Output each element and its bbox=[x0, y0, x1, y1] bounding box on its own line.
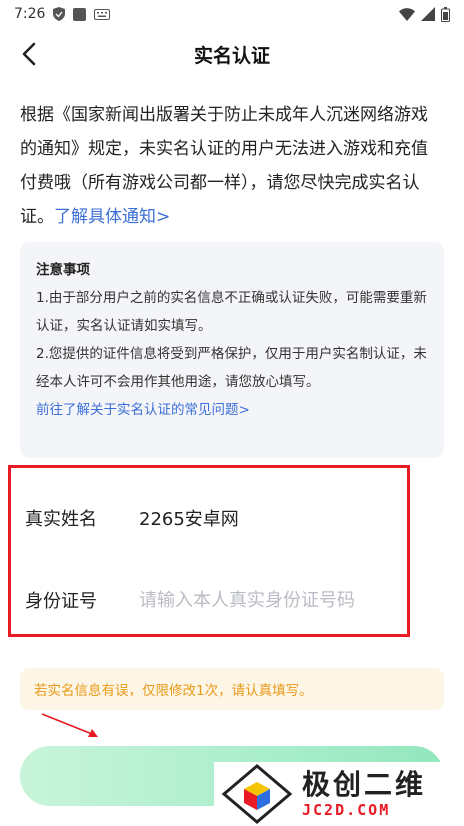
nav-bar: 实名认证 bbox=[0, 28, 464, 80]
wifi-icon bbox=[399, 7, 415, 21]
name-label: 真实姓名 bbox=[25, 509, 97, 530]
id-row: 身份证号 bbox=[25, 570, 399, 630]
status-time: 7:26 bbox=[14, 6, 46, 22]
name-row: 真实姓名 2265安卓网 bbox=[25, 488, 399, 548]
warning-text: 若实名信息有误，仅限修改1次，请认真填写。 bbox=[34, 683, 313, 699]
id-number-input[interactable] bbox=[139, 589, 389, 611]
faq-link[interactable]: 前往了解关于实名认证的常见问题> bbox=[36, 396, 430, 424]
notice-item-2: 2.您提供的证件信息将受到严格保护，仅用于用户实名制认证，未经本人许可不会用作其… bbox=[36, 346, 427, 390]
watermark-title: 极创二维 bbox=[302, 768, 427, 801]
app-icon bbox=[73, 7, 87, 21]
cube-logo-icon bbox=[221, 764, 293, 824]
page-title: 实名认证 bbox=[193, 44, 270, 67]
notice-details-link[interactable]: 了解具体通知> bbox=[54, 207, 170, 227]
battery-icon bbox=[441, 6, 450, 22]
id-label: 身份证号 bbox=[25, 591, 97, 612]
keyboard-icon bbox=[94, 8, 111, 20]
verification-form: 真实姓名 2265安卓网 身份证号 bbox=[8, 465, 410, 637]
notice-item-1: 1.由于部分用户之前的实名信息不正确或认证失败，可能需要重新认证，实名认证请如实… bbox=[36, 290, 427, 334]
shield-icon bbox=[53, 7, 66, 21]
chevron-left-icon bbox=[22, 42, 36, 66]
signal-icon bbox=[421, 7, 435, 21]
name-field[interactable]: 2265安卓网 bbox=[139, 505, 239, 531]
watermark: 极创二维 JC2D.COM bbox=[214, 762, 464, 826]
status-bar: 7:26 bbox=[0, 0, 464, 28]
back-button[interactable] bbox=[14, 38, 44, 70]
notice-title: 注意事项 bbox=[36, 262, 90, 278]
arrow-icon bbox=[41, 713, 98, 737]
intro-paragraph: 根据《国家新闻出版署关于防止未成年人沉迷网络游戏的通知》规定，未实名认证的用户无… bbox=[20, 98, 444, 234]
notice-card: 注意事项 1.由于部分用户之前的实名信息不正确或认证失败，可能需要重新认证，实名… bbox=[20, 242, 444, 458]
warning-banner: 若实名信息有误，仅限修改1次，请认真填写。 bbox=[20, 668, 444, 710]
watermark-domain: JC2D.COM bbox=[302, 801, 391, 819]
